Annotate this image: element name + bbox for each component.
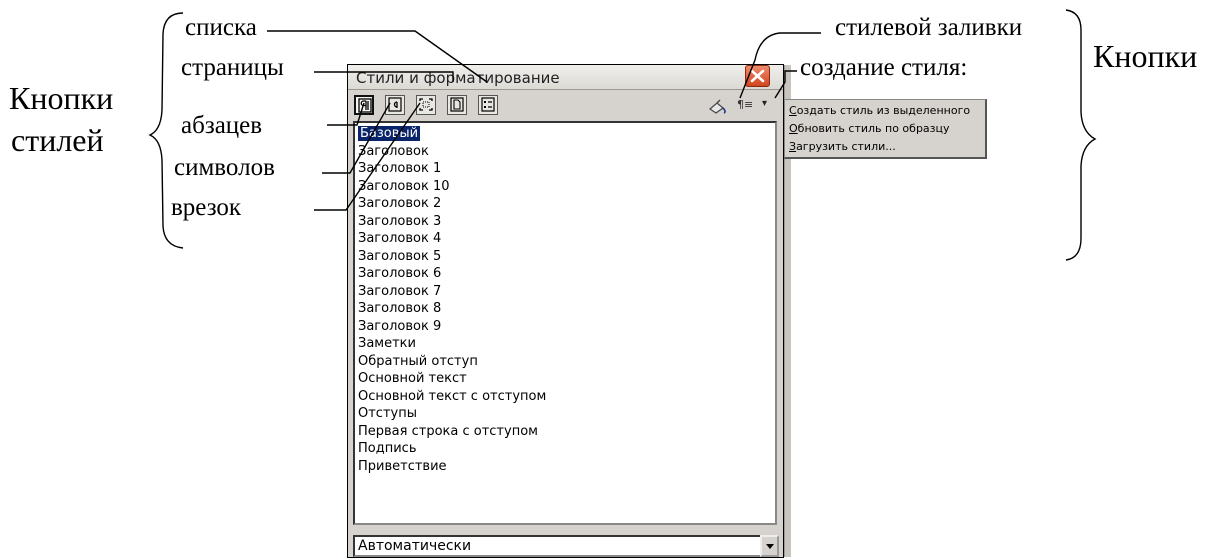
style-name: Заголовок 9 xyxy=(358,318,442,334)
character-styles-button[interactable] xyxy=(385,95,405,115)
style-list-item[interactable]: Подпись xyxy=(355,440,775,458)
style-list-item[interactable]: Заголовок 7 xyxy=(355,283,775,301)
menu-item-accelerator: З xyxy=(789,140,797,153)
style-name: Заголовок 1 xyxy=(358,161,442,176)
style-name: Приветствие xyxy=(358,458,447,474)
paragraph-styles-button[interactable] xyxy=(354,95,374,115)
style-list[interactable]: Базовый Заголовок Заголовок 1 Заголовок 10 З… xyxy=(353,121,777,525)
menu-item[interactable]: Загрузить стили... xyxy=(785,138,985,156)
style-name: Заголовок 2 xyxy=(358,196,442,211)
style-name: Заголовок xyxy=(358,143,429,159)
style-list-item[interactable]: Заметки xyxy=(355,335,775,353)
left-caption-line2: стилей xyxy=(11,122,104,158)
style-list-item[interactable]: Отступы xyxy=(355,405,775,423)
list-styles-button[interactable] xyxy=(478,95,498,115)
dialog-title: Стили и форматирование xyxy=(356,69,560,87)
chevron-down-icon[interactable]: ▾ xyxy=(762,98,767,109)
frame-styles-icon xyxy=(419,98,433,111)
character-styles-icon xyxy=(388,97,402,112)
style-list-item[interactable]: Заголовок 4 xyxy=(355,230,775,248)
label-character-styles: символов xyxy=(174,154,275,181)
close-button[interactable] xyxy=(745,65,770,87)
style-name: Заголовок 5 xyxy=(358,248,442,264)
style-list-item[interactable]: Заголовок 2 xyxy=(355,195,775,213)
fill-format-mode-icon[interactable] xyxy=(707,99,729,115)
style-name: Заголовок 3 xyxy=(358,213,442,229)
style-list-item[interactable]: Приветствие xyxy=(355,458,775,476)
style-list-item[interactable]: Заголовок 1 xyxy=(355,160,775,178)
style-list-item[interactable]: Заголовок 5 xyxy=(355,248,775,266)
new-style-button[interactable]: ¶≡ xyxy=(737,98,753,111)
style-list-item[interactable]: Заголовок 9 xyxy=(355,318,775,336)
style-name: Заголовок 6 xyxy=(358,266,442,281)
close-icon xyxy=(750,69,765,83)
style-list-item[interactable]: Заголовок 6 xyxy=(355,265,775,283)
style-name: Заголовок 4 xyxy=(358,231,442,246)
dropdown-arrow-icon xyxy=(766,544,774,549)
style-name: Заголовок 8 xyxy=(358,301,442,316)
menu-item-label: оздать стиль из выделенного xyxy=(796,104,971,117)
new-style-menu: Создать стиль из выделенного Обновить сти… xyxy=(784,99,987,159)
style-list-item[interactable]: Обратный отступ xyxy=(355,353,775,371)
style-filter-dropdown-button[interactable] xyxy=(760,535,779,557)
styles-toolbar: ¶≡ ▾ xyxy=(348,92,783,120)
title-bar[interactable]: Стили и форматирование xyxy=(348,65,783,90)
style-name: Заголовок 7 xyxy=(358,283,442,299)
list-styles-icon xyxy=(481,97,495,112)
style-list-item[interactable]: Основной текст xyxy=(355,370,775,388)
style-name: Подпись xyxy=(358,441,417,456)
style-list-item[interactable]: Основной текст с отступом xyxy=(355,388,775,406)
label-frame-styles: врезок xyxy=(171,194,242,221)
style-list-item[interactable]: Заголовок 8 xyxy=(355,300,775,318)
left-caption-line1: Кнопки xyxy=(9,80,114,116)
label-page-styles: страницы xyxy=(181,54,284,81)
menu-item-accelerator: О xyxy=(789,122,798,135)
label-fill-format: стилевой заливки xyxy=(835,14,1023,41)
menu-item[interactable]: Обновить стиль по образцу xyxy=(785,120,985,138)
label-list-styles: списка xyxy=(185,14,257,41)
style-name: Обратный отступ xyxy=(358,353,478,369)
page-styles-button[interactable] xyxy=(447,95,467,115)
style-list-item[interactable]: Первая строка с отступом xyxy=(355,423,775,441)
frame-styles-button[interactable] xyxy=(416,95,436,115)
style-filter-select[interactable]: Автоматически xyxy=(353,535,762,557)
style-list-item[interactable]: Заголовок 10 xyxy=(355,178,775,196)
menu-item-accelerator: С xyxy=(789,104,797,117)
style-name: Заметки xyxy=(358,336,416,351)
style-list-item[interactable]: Базовый xyxy=(355,125,775,143)
styles-formatting-dialog: Стили и форматирование ¶≡ ▾ Базовый Заго… xyxy=(347,64,791,558)
menu-item[interactable]: Создать стиль из выделенного xyxy=(785,102,985,120)
style-name: Первая строка с отступом xyxy=(358,423,538,439)
page-styles-icon xyxy=(450,97,464,112)
style-name: Базовый xyxy=(358,126,421,141)
style-name: Основной текст с отступом xyxy=(358,388,547,404)
style-name: Заголовок 10 xyxy=(358,178,450,194)
right-caption: Кнопки xyxy=(1093,38,1198,74)
label-new-style: создание стиля: xyxy=(800,54,968,81)
style-name: Отступы xyxy=(358,406,417,421)
menu-item-label: бновить стиль по образцу xyxy=(797,122,950,135)
paragraph-styles-icon xyxy=(358,98,372,113)
style-list-item[interactable]: Заголовок xyxy=(355,143,775,161)
style-name: Основной текст xyxy=(358,371,467,386)
menu-item-label: агрузить стили... xyxy=(796,140,896,153)
right-brace xyxy=(1065,9,1097,261)
style-list-item[interactable]: Заголовок 3 xyxy=(355,213,775,231)
label-paragraph-styles: абзацев xyxy=(181,112,263,139)
